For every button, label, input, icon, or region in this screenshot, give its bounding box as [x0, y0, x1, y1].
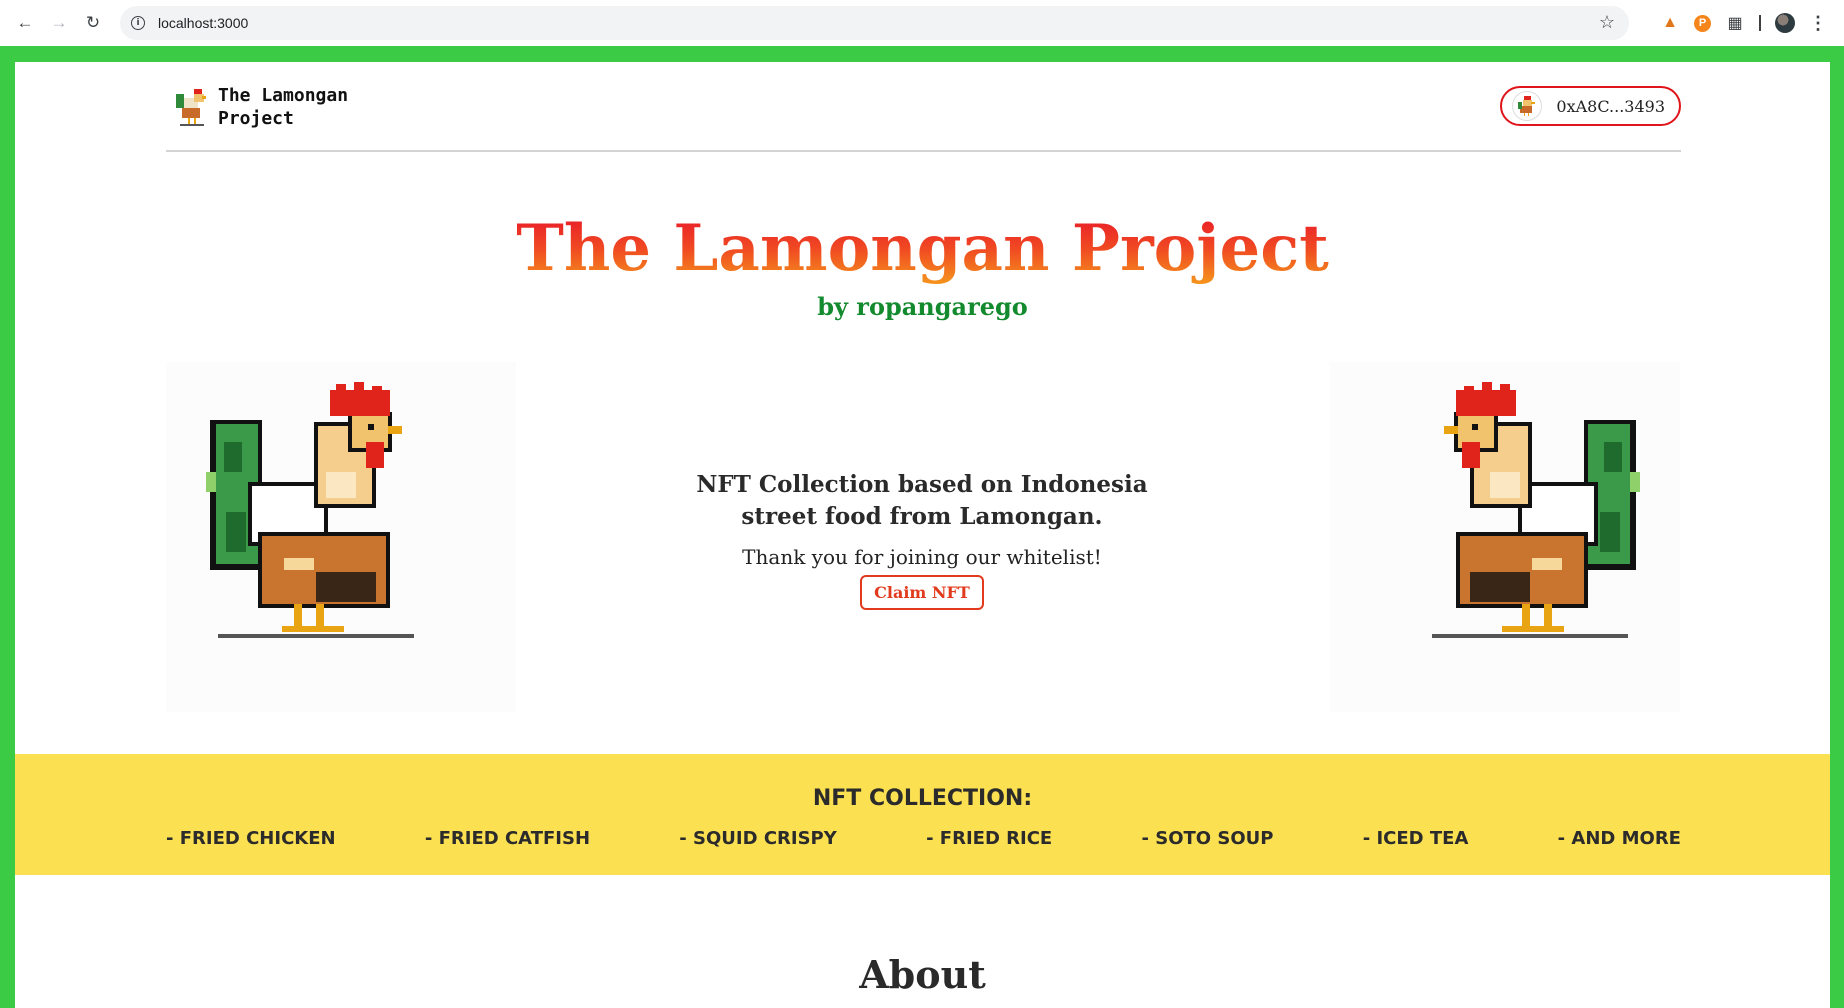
nft-collection-band: NFT COLLECTION: - FRIED CHICKEN - FRIED … [15, 754, 1830, 875]
collection-item: - AND MORE [1557, 828, 1681, 849]
collection-title: NFT COLLECTION: [812, 786, 1033, 811]
rooster-left-icon [206, 382, 414, 638]
rooster-image-right [1330, 362, 1680, 712]
wallet-address: 0xA8C...3493 [1556, 96, 1665, 116]
site-logo[interactable]: The Lamongan Project [174, 84, 358, 130]
whitelist-message: Thank you for joining our whitelist! [742, 545, 1102, 569]
site-info-icon[interactable]: i [131, 16, 145, 30]
page-content: The Lamongan Project 0xA8C...3493 The La… [15, 62, 1830, 1008]
browser-toolbar: ← → ↻ i localhost:3000 ☆ ▲ P ▦ ⋮ [0, 0, 1844, 46]
site-logo-text: The Lamongan Project [218, 85, 349, 129]
coin-extension-icon[interactable]: P [1694, 14, 1711, 32]
profile-avatar[interactable] [1775, 13, 1795, 33]
rooster-logo-icon [176, 89, 206, 126]
extensions-puzzle-icon[interactable]: ▦ [1725, 13, 1745, 33]
back-icon[interactable]: ← [10, 8, 40, 38]
forward-icon[interactable]: → [44, 8, 74, 38]
collection-item: - FRIED RICE [926, 828, 1053, 849]
collection-list: - FRIED CHICKEN - FRIED CATFISH - SQUID … [166, 828, 1681, 849]
hero-title: The Lamongan Project [15, 211, 1830, 287]
collection-item: - ICED TEA [1362, 828, 1469, 849]
hero-description: NFT Collection based on Indonesia street… [696, 471, 1148, 530]
hero-subtitle: by ropangarego [817, 292, 1028, 321]
rooster-right-icon [1432, 382, 1640, 638]
more-menu-icon[interactable]: ⋮ [1809, 13, 1827, 34]
bookmark-star-icon[interactable]: ☆ [1599, 12, 1615, 33]
extensions-area: ▲ P ▦ ⋮ [1660, 8, 1827, 38]
url-text[interactable]: localhost:3000 [158, 15, 248, 31]
wallet-button[interactable]: 0xA8C...3493 [1500, 86, 1681, 126]
rooster-image-left [166, 362, 516, 712]
wallet-avatar [1512, 91, 1543, 121]
claim-nft-button[interactable]: Claim NFT [860, 575, 984, 610]
hero-text-block: NFT Collection based on Indonesia street… [615, 469, 1229, 610]
collection-item: - SQUID CRISPY [679, 828, 837, 849]
address-bar[interactable]: i localhost:3000 ☆ [120, 6, 1629, 40]
about-heading: About [859, 952, 986, 997]
reload-icon[interactable]: ↻ [78, 8, 108, 38]
page-frame: The Lamongan Project 0xA8C...3493 The La… [0, 46, 1844, 1008]
toolbar-divider [1759, 15, 1761, 31]
collection-item: - FRIED CATFISH [424, 828, 591, 849]
collection-item: - SOTO SOUP [1141, 828, 1274, 849]
metamask-fox-icon[interactable]: ▲ [1660, 13, 1680, 33]
rooster-avatar-icon [1518, 96, 1536, 116]
site-navbar: The Lamongan Project 0xA8C...3493 [166, 62, 1681, 152]
collection-item: - FRIED CHICKEN [166, 828, 336, 849]
